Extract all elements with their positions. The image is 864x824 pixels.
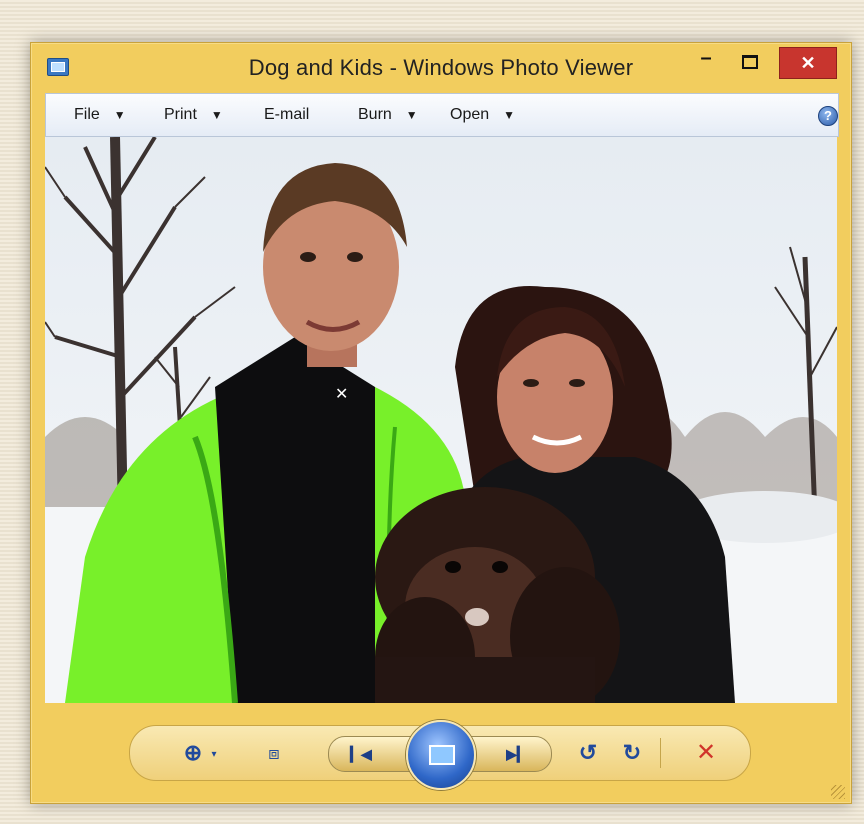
menu-bar: File ▼ Print ▼ E-mail Burn ▼ Open ▼ ? <box>45 93 839 137</box>
menu-burn-label: Burn <box>358 106 392 123</box>
close-icon: ✕ <box>800 53 816 73</box>
minimize-button[interactable]: – <box>691 47 721 73</box>
previous-icon[interactable]: ▎◀ <box>341 741 381 767</box>
menu-open-label: Open <box>450 106 490 123</box>
chevron-down-icon: ▼ <box>503 108 516 122</box>
chevron-down-icon: ▼ <box>113 108 126 122</box>
menu-email[interactable]: E-mail <box>264 94 309 136</box>
slideshow-icon <box>429 745 455 765</box>
minimize-icon: – <box>700 47 712 69</box>
title-bar[interactable]: Dog and Kids - Windows Photo Viewer – ✕ <box>31 43 851 93</box>
maximize-icon <box>742 55 758 69</box>
rotate-left-icon[interactable]: ↺ <box>576 740 600 766</box>
close-button[interactable]: ✕ <box>779 47 837 79</box>
menu-file[interactable]: File ▼ <box>74 94 126 136</box>
resize-grip-icon[interactable] <box>831 785 845 799</box>
maximize-button[interactable] <box>733 49 763 73</box>
slideshow-button[interactable] <box>406 720 476 790</box>
chevron-down-icon[interactable]: ▾ <box>208 742 220 768</box>
next-icon[interactable]: ▶▎ <box>497 741 537 767</box>
menu-email-label: E-mail <box>264 106 310 123</box>
delete-icon[interactable]: ✕ <box>694 740 718 766</box>
menu-print[interactable]: Print ▼ <box>164 94 223 136</box>
menu-burn[interactable]: Burn ▼ <box>358 94 418 136</box>
svg-text:✕: ✕ <box>335 384 348 403</box>
zoom-icon[interactable]: ⊕ <box>178 740 208 766</box>
menu-open[interactable]: Open ▼ <box>450 94 515 136</box>
photo-image: ✕ <box>45 137 837 703</box>
playback-controls: ⊕ ▾ ⧈ ▎◀ ▶▎ ↺ ↻ ✕ <box>129 720 751 790</box>
photo-viewer-window: Dog and Kids - Windows Photo Viewer – ✕ … <box>30 42 852 804</box>
window-title: Dog and Kids - Windows Photo Viewer <box>248 55 634 80</box>
chevron-down-icon: ▼ <box>405 108 418 122</box>
photo-canvas[interactable]: ✕ <box>45 137 837 703</box>
menu-file-label: File <box>74 106 100 123</box>
rotate-right-icon[interactable]: ↻ <box>620 740 644 766</box>
divider <box>660 738 661 768</box>
help-icon[interactable]: ? <box>818 106 838 126</box>
chevron-down-icon: ▼ <box>210 108 223 122</box>
actual-size-icon[interactable]: ⧈ <box>262 740 286 766</box>
menu-print-label: Print <box>164 106 197 123</box>
